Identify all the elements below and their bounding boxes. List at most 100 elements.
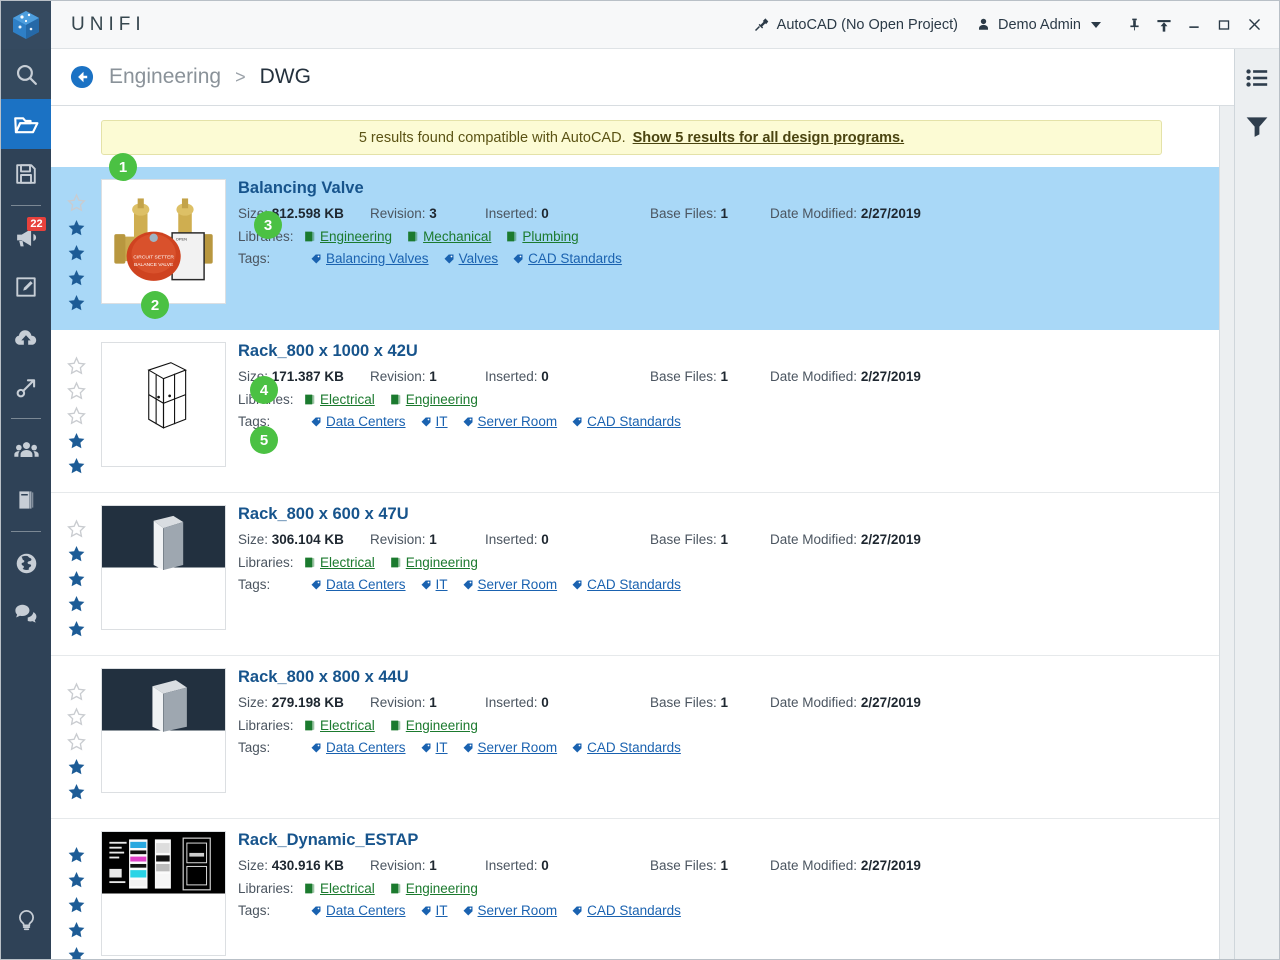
star-filled-icon[interactable] xyxy=(67,845,86,869)
tag-chip[interactable]: Data Centers xyxy=(310,740,406,755)
tag-chip[interactable]: IT xyxy=(420,903,448,918)
tag-chip[interactable]: Server Room xyxy=(462,740,557,755)
star-filled-icon[interactable] xyxy=(67,268,86,292)
library-chip[interactable]: Engineering xyxy=(389,881,478,896)
table-row[interactable]: Rack_800 x 600 x 47U Size: 306.104 KB Re… xyxy=(51,493,1219,656)
star-filled-icon[interactable] xyxy=(67,594,86,618)
result-title[interactable]: Rack_800 x 1000 x 42U xyxy=(238,342,1219,360)
star-rating[interactable] xyxy=(51,505,101,643)
tag-chip[interactable]: Server Room xyxy=(462,414,557,429)
tag-chip[interactable]: Valves xyxy=(443,251,498,266)
star-filled-icon[interactable] xyxy=(67,920,86,944)
user-menu[interactable]: Demo Admin xyxy=(976,16,1101,33)
star-empty-icon[interactable] xyxy=(66,193,86,217)
tag-chip[interactable]: IT xyxy=(420,414,448,429)
sidebar-item-save[interactable] xyxy=(1,149,51,199)
result-title[interactable]: Rack_Dynamic_ESTAP xyxy=(238,831,1219,849)
tag-chip[interactable]: CAD Standards xyxy=(512,251,622,266)
maximize-button[interactable] xyxy=(1209,10,1239,40)
star-filled-icon[interactable] xyxy=(67,218,86,242)
sidebar-item-edit[interactable] xyxy=(1,262,51,312)
tag-chip[interactable]: Data Centers xyxy=(310,577,406,592)
star-filled-icon[interactable] xyxy=(67,243,86,267)
library-chip[interactable]: Engineering xyxy=(389,392,478,407)
result-title[interactable]: Balancing Valve xyxy=(238,179,1219,197)
table-row[interactable]: Rack_800 x 800 x 44U Size: 279.198 KB Re… xyxy=(51,656,1219,819)
star-empty-icon[interactable] xyxy=(66,682,86,706)
tag-chip[interactable]: Server Room xyxy=(462,903,557,918)
star-rating[interactable] xyxy=(51,179,101,317)
star-filled-icon[interactable] xyxy=(67,293,86,317)
star-filled-icon[interactable] xyxy=(67,895,86,919)
star-empty-icon[interactable] xyxy=(66,381,86,405)
library-chip[interactable]: Electrical xyxy=(303,718,375,733)
sidebar-item-users[interactable] xyxy=(1,425,51,475)
star-filled-icon[interactable] xyxy=(67,945,86,959)
star-filled-icon[interactable] xyxy=(67,456,86,480)
list-view-icon[interactable] xyxy=(1240,61,1274,95)
tag-chip[interactable]: CAD Standards xyxy=(571,414,681,429)
thumbnail[interactable]: OPEN1234 CIRCUIT SETTER BALANCE VALVE xyxy=(101,179,226,304)
filter-icon[interactable] xyxy=(1240,109,1274,143)
library-chip[interactable]: Mechanical xyxy=(406,229,491,244)
library-chip[interactable]: Engineering xyxy=(389,718,478,733)
minimize-button[interactable] xyxy=(1179,10,1209,40)
export-button[interactable] xyxy=(1149,10,1179,40)
star-filled-icon[interactable] xyxy=(67,569,86,593)
star-filled-icon[interactable] xyxy=(67,431,86,455)
breadcrumb-parent[interactable]: Engineering xyxy=(109,65,221,89)
sidebar-item-cloud-upload[interactable] xyxy=(1,312,51,362)
sidebar-item-library-manager[interactable] xyxy=(1,475,51,525)
table-row[interactable]: 4 5 Rack_800 x 1000 x 42U Size: 171.387 … xyxy=(51,330,1219,493)
library-chip[interactable]: Electrical xyxy=(303,881,375,896)
program-status[interactable]: AutoCAD (No Open Project) xyxy=(753,16,958,33)
sidebar-item-globe[interactable] xyxy=(1,538,51,588)
table-row[interactable]: 1 2 3 OPEN CIRCUIT SETTER BALANCE VALVE … xyxy=(51,153,1219,330)
thumbnail[interactable] xyxy=(101,505,226,630)
star-empty-icon[interactable] xyxy=(66,707,86,731)
star-empty-icon[interactable] xyxy=(66,356,86,380)
star-filled-icon[interactable] xyxy=(67,870,86,894)
tag-chip[interactable]: Balancing Valves xyxy=(310,251,429,266)
sidebar-item-share[interactable] xyxy=(1,362,51,412)
tag-chip[interactable]: Server Room xyxy=(462,577,557,592)
star-filled-icon[interactable] xyxy=(67,619,86,643)
close-button[interactable] xyxy=(1239,10,1269,40)
star-empty-icon[interactable] xyxy=(66,732,86,756)
sidebar-item-chat[interactable] xyxy=(1,588,51,638)
star-rating[interactable] xyxy=(51,831,101,959)
result-title[interactable]: Rack_800 x 800 x 44U xyxy=(238,668,1219,686)
library-chip[interactable]: Engineering xyxy=(303,229,392,244)
star-filled-icon[interactable] xyxy=(67,757,86,781)
library-chip[interactable]: Electrical xyxy=(303,555,375,570)
star-filled-icon[interactable] xyxy=(67,544,86,568)
thumbnail[interactable] xyxy=(101,831,226,956)
tag-chip[interactable]: CAD Standards xyxy=(571,577,681,592)
tag-chip[interactable]: Data Centers xyxy=(310,414,406,429)
tag-chip[interactable]: CAD Standards xyxy=(571,903,681,918)
star-filled-icon[interactable] xyxy=(67,782,86,806)
sidebar-item-library[interactable] xyxy=(1,99,51,149)
star-rating[interactable] xyxy=(51,342,101,480)
thumbnail[interactable] xyxy=(101,668,226,793)
sidebar-item-search[interactable] xyxy=(1,49,51,99)
library-chip[interactable]: Engineering xyxy=(389,555,478,570)
tag-chip[interactable]: Data Centers xyxy=(310,903,406,918)
table-row[interactable]: Rack_Dynamic_ESTAP Size: 430.916 KB Revi… xyxy=(51,819,1219,959)
back-arrow-icon[interactable] xyxy=(69,64,95,90)
show-all-results-link[interactable]: Show 5 results for all design programs. xyxy=(633,130,905,146)
pin-button[interactable] xyxy=(1119,10,1149,40)
result-title[interactable]: Rack_800 x 600 x 47U xyxy=(238,505,1219,523)
tag-chip[interactable]: IT xyxy=(420,740,448,755)
sidebar-item-announcements[interactable]: 22 xyxy=(1,212,51,262)
tag-chip[interactable]: IT xyxy=(420,577,448,592)
thumbnail[interactable] xyxy=(101,342,226,467)
star-empty-icon[interactable] xyxy=(66,406,86,430)
star-empty-icon[interactable] xyxy=(66,519,86,543)
library-chip[interactable]: Plumbing xyxy=(505,229,579,244)
vertical-scrollbar[interactable] xyxy=(1219,106,1234,959)
tag-chip[interactable]: CAD Standards xyxy=(571,740,681,755)
star-rating[interactable] xyxy=(51,668,101,806)
sidebar-item-tips[interactable] xyxy=(1,895,51,945)
library-chip[interactable]: Electrical xyxy=(303,392,375,407)
